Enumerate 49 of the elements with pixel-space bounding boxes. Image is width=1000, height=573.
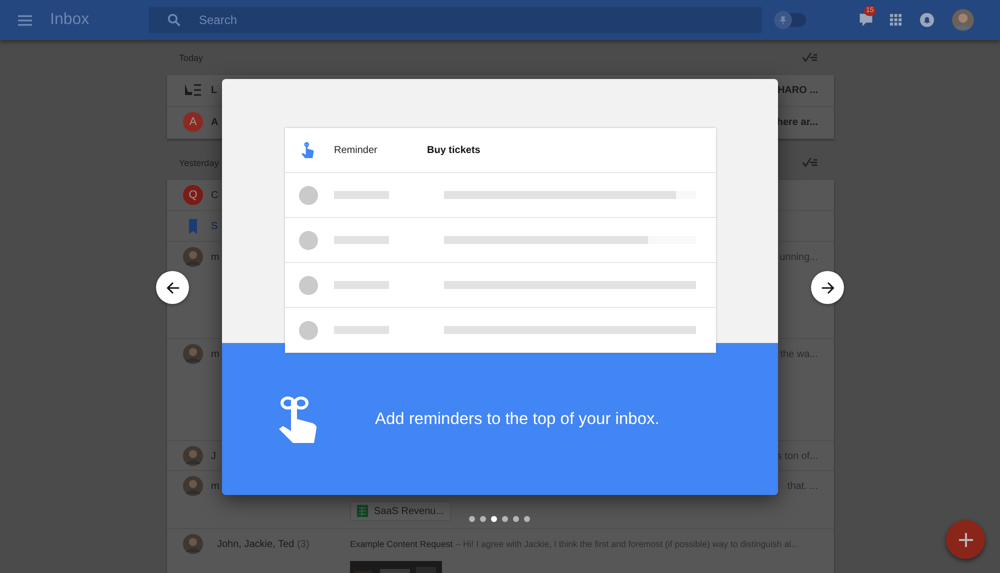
sweep-done-icon[interactable] [802, 157, 818, 168]
menu-icon[interactable] [18, 14, 32, 26]
search-icon[interactable] [167, 13, 181, 27]
message-subject: Example Content Request [350, 539, 453, 549]
arrow-left-icon [166, 280, 180, 294]
reminder-title: Buy tickets [427, 144, 480, 156]
sender-name: m [211, 348, 220, 360]
app-title: Inbox [50, 11, 90, 29]
placeholder-bar [334, 191, 389, 199]
pin-toggle[interactable] [776, 13, 806, 27]
spreadsheet-icon [357, 505, 368, 517]
person-avatar [183, 247, 203, 267]
message-snippet: HARO ... [777, 84, 818, 96]
attachment-name: SaaS Revenu... [374, 506, 444, 516]
sender-name: L [211, 84, 218, 96]
plus-icon [958, 532, 972, 546]
placeholder-bar [334, 281, 389, 289]
placeholder-avatar [299, 276, 318, 294]
sender-name: S [211, 220, 218, 232]
attachment-chip[interactable]: SaaS Revenu... [350, 501, 452, 521]
placeholder-bar [334, 236, 389, 244]
placeholder-avatar [299, 230, 318, 250]
reminder-label: Reminder [334, 144, 378, 156]
tutorial-message: Add reminders to the top of your inbox. [375, 410, 660, 428]
sender-name: John, Jackie, Ted [217, 538, 294, 550]
sender-name: A [211, 116, 218, 128]
compose-button[interactable] [946, 520, 985, 559]
bell-icon[interactable] [920, 13, 934, 27]
placeholder-avatar [299, 186, 318, 204]
sweep-done-icon[interactable] [802, 52, 818, 63]
sender-name: J [211, 450, 216, 462]
placeholder-avatar [299, 320, 318, 340]
person-avatar [183, 344, 203, 364]
apps-grid-icon[interactable] [890, 14, 902, 26]
person-avatar [183, 446, 203, 466]
letter-avatar: Q [183, 185, 203, 205]
account-avatar[interactable] [952, 9, 974, 31]
sender-name: m [211, 252, 220, 262]
previous-button[interactable] [156, 271, 189, 304]
person-avatar [183, 476, 203, 496]
letter-avatar: A [183, 112, 203, 132]
arrow-right-icon [820, 280, 834, 294]
sender-name: C [211, 190, 218, 200]
sender-name: m [211, 480, 220, 492]
placeholder-bar [334, 326, 389, 334]
person-avatar [183, 534, 203, 554]
reminder-finger-icon [299, 140, 316, 160]
search-field[interactable]: Search [149, 7, 762, 33]
pin-icon [779, 16, 787, 24]
